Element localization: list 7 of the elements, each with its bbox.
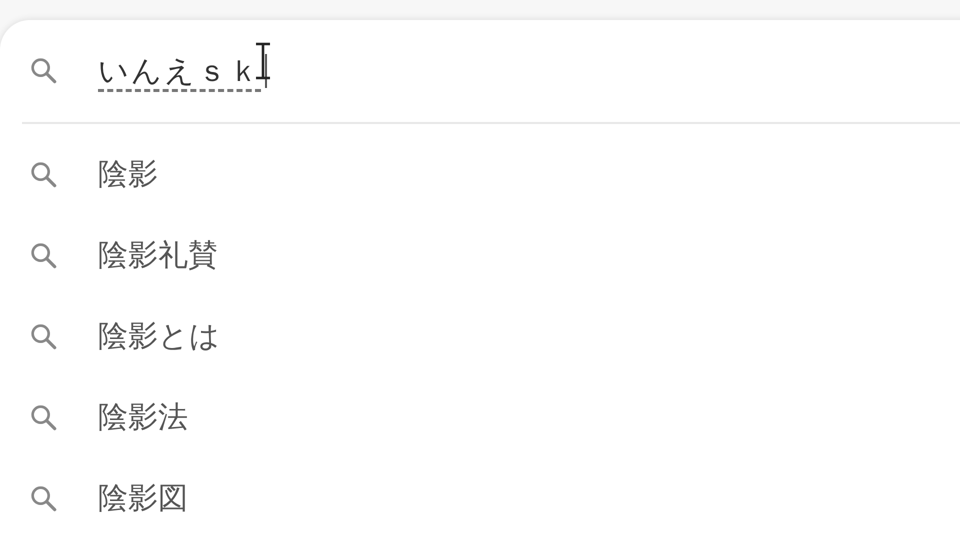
- suggestion-item[interactable]: 陰影法: [0, 377, 960, 458]
- suggestion-item[interactable]: 陰影礼賛: [0, 215, 960, 296]
- text-cursor-icon: [254, 42, 272, 80]
- suggestion-item[interactable]: 陰影図: [0, 458, 960, 539]
- suggestion-item[interactable]: 陰影とは: [0, 296, 960, 377]
- suggestion-item[interactable]: 陰影: [0, 134, 960, 215]
- search-field[interactable]: いんえｓｋ: [98, 50, 267, 92]
